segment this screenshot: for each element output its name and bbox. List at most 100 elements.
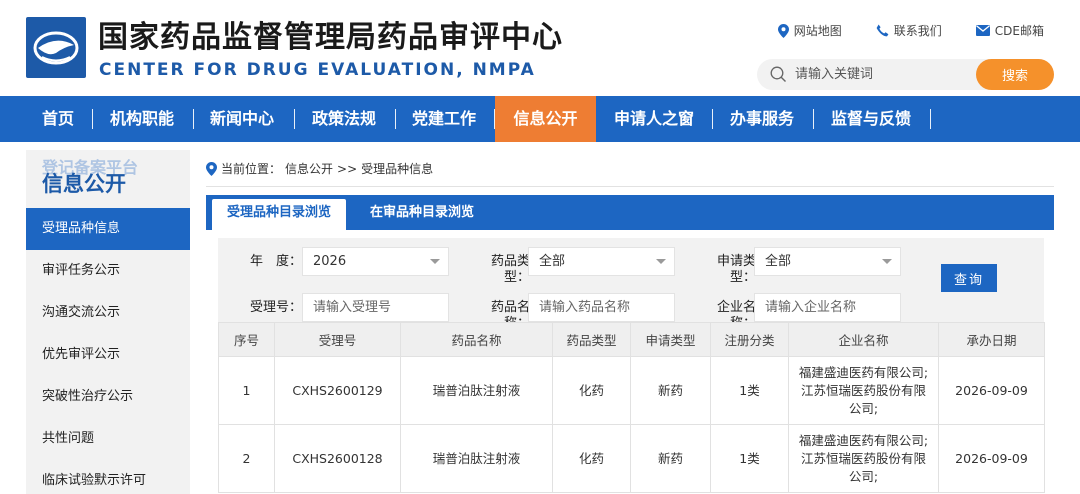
results-table: 序号 受理号 药品名称 药品类型 申请类型 注册分类 企业名称 承办日期 1 C… (218, 322, 1045, 493)
nav-item-info-disclosure[interactable]: 信息公开 (495, 96, 596, 142)
nav-divider (395, 109, 396, 129)
nav-item-policy[interactable]: 政策法规 (302, 96, 386, 142)
apply-type-select[interactable]: 全部 (754, 247, 901, 276)
breadcrumb-separator: >> (337, 161, 358, 176)
nav-item-applicant[interactable]: 申请人之窗 (604, 96, 704, 142)
column-header: 申请类型 (630, 322, 711, 357)
table-cell: 2026-09-09 (938, 424, 1045, 493)
accept-no-input[interactable] (302, 293, 449, 322)
contact-us-label: 联系我们 (893, 24, 942, 38)
year-label: 年 度： (249, 254, 302, 269)
tab-under-review-catalog[interactable]: 在审品种目录浏览 (356, 195, 488, 230)
table-cell: CXHS2600128 (274, 424, 401, 493)
accept-no-label: 受理号： (249, 300, 302, 315)
breadcrumb-divider (206, 186, 1054, 187)
location-pin-icon (777, 23, 789, 38)
site-search: 搜索 (757, 59, 1054, 90)
chevron-down-icon (882, 259, 892, 264)
nav-item-home[interactable]: 首页 (26, 96, 90, 142)
tab-bar: 受理品种目录浏览 在审品种目录浏览 (206, 195, 1054, 230)
table-cell: 2026-09-09 (938, 356, 1045, 425)
nav-item-services[interactable]: 办事服务 (720, 96, 804, 142)
nav-divider (813, 109, 814, 129)
mail-icon (975, 25, 990, 36)
search-button[interactable]: 搜索 (976, 59, 1054, 90)
column-header: 受理号 (274, 322, 401, 357)
nav-divider (294, 109, 295, 129)
chevron-down-icon (656, 259, 666, 264)
breadcrumb-parent-link[interactable]: 信息公开 (285, 160, 333, 177)
drug-type-select[interactable]: 全部 (528, 247, 675, 276)
column-header: 序号 (218, 322, 275, 357)
top-links: 网站地图 联系我们 CDE邮箱 (777, 22, 1044, 39)
filter-panel: 年 度： 2026 药品类型： 全部 申请类型： 全部 查询 受理号： 药品名称… (218, 238, 1044, 331)
nav-item-news[interactable]: 新闻中心 (200, 96, 284, 142)
apply-type-select-value: 全部 (765, 254, 792, 269)
column-header: 承办日期 (938, 322, 1045, 357)
search-icon (770, 66, 786, 82)
breadcrumb-prefix: 当前位置： (221, 162, 282, 176)
table-cell: 1类 (710, 356, 789, 425)
sidebar: 登记备案平台 信息公开 受理品种信息 审评任务公示 沟通交流公示 优先审评公示 … (26, 150, 190, 494)
table-cell: CXHS2600129 (274, 356, 401, 425)
site-header: 国家药品监督管理局药品审评中心 CENTER FOR DRUG EVALUATI… (0, 0, 1080, 96)
table-cell: 福建盛迪医药有限公司;江苏恒瑞医药股份有限公司; (788, 356, 939, 425)
site-map-link[interactable]: 网站地图 (777, 22, 842, 39)
column-header: 企业名称 (788, 322, 939, 357)
table-cell: 1 (218, 356, 275, 425)
table-cell: 化药 (552, 356, 631, 425)
table-row[interactable]: 2 CXHS2600128 瑞普泊肽注射液 化药 新药 1类 福建盛迪医药有限公… (218, 424, 1045, 493)
sidebar-list: 受理品种信息 审评任务公示 沟通交流公示 优先审评公示 突破性治疗公示 共性问题… (26, 208, 190, 494)
nav-divider (92, 109, 93, 129)
table-cell: 化药 (552, 424, 631, 493)
cde-mail-label: CDE邮箱 (994, 24, 1044, 38)
table-cell: 瑞普泊肽注射液 (400, 424, 553, 493)
search-input[interactable] (795, 63, 965, 86)
table-cell: 福建盛迪医药有限公司;江苏恒瑞医药股份有限公司; (788, 424, 939, 493)
breadcrumb: 当前位置： 信息公开 >> 受理品种信息 (206, 160, 433, 177)
breadcrumb-current: 受理品种信息 (361, 162, 434, 176)
tab-accepted-catalog[interactable]: 受理品种目录浏览 (212, 199, 346, 230)
column-header: 注册分类 (710, 322, 789, 357)
apply-type-label: 申请类型： (716, 254, 756, 285)
drug-type-select-value: 全部 (539, 254, 566, 269)
year-select[interactable]: 2026 (302, 247, 449, 276)
site-map-label: 网站地图 (793, 24, 842, 38)
table-cell: 新药 (630, 356, 711, 425)
cde-mail-link[interactable]: CDE邮箱 (975, 22, 1044, 39)
nav-item-feedback[interactable]: 监督与反馈 (820, 96, 922, 142)
sidebar-heading: 信息公开 (42, 172, 126, 196)
sidebar-item-accepted-varieties[interactable]: 受理品种信息 (26, 208, 190, 250)
sidebar-header: 登记备案平台 信息公开 (26, 150, 190, 208)
sidebar-item-clinical-trial[interactable]: 临床试验默示许可 (26, 460, 190, 494)
contact-us-link[interactable]: 联系我们 (876, 22, 942, 39)
table-cell: 1类 (710, 424, 789, 493)
company-name-input[interactable] (754, 293, 901, 322)
drug-type-label: 药品类型： (490, 254, 530, 285)
sidebar-item-priority-review[interactable]: 优先审评公示 (26, 334, 190, 376)
sidebar-item-common-issues[interactable]: 共性问题 (26, 418, 190, 460)
chevron-down-icon (430, 259, 440, 264)
main-nav: 首页 机构职能 新闻中心 政策法规 党建工作 信息公开 申请人之窗 办事服务 监… (0, 96, 1080, 142)
table-cell: 瑞普泊肽注射液 (400, 356, 553, 425)
sidebar-item-review-tasks[interactable]: 审评任务公示 (26, 250, 190, 292)
column-header: 药品类型 (552, 322, 631, 357)
sidebar-item-communication[interactable]: 沟通交流公示 (26, 292, 190, 334)
table-cell: 新药 (630, 424, 711, 493)
cde-logo[interactable] (26, 17, 86, 78)
table-row[interactable]: 1 CXHS2600129 瑞普泊肽注射液 化药 新药 1类 福建盛迪医药有限公… (218, 356, 1045, 425)
site-title-cn: 国家药品监督管理局药品审评中心 (98, 20, 563, 55)
site-title-en: CENTER FOR DRUG EVALUATION, NMPA (99, 60, 536, 80)
table-cell: 2 (218, 424, 275, 493)
phone-icon (876, 24, 889, 37)
sidebar-item-breakthrough[interactable]: 突破性治疗公示 (26, 376, 190, 418)
location-pin-icon (206, 161, 217, 176)
nav-divider (193, 109, 194, 129)
nav-divider (712, 109, 713, 129)
nav-item-party[interactable]: 党建工作 (402, 96, 486, 142)
query-button[interactable]: 查询 (941, 264, 997, 292)
drug-name-input[interactable] (528, 293, 675, 322)
year-select-value: 2026 (313, 254, 347, 269)
table-header-row: 序号 受理号 药品名称 药品类型 申请类型 注册分类 企业名称 承办日期 (218, 322, 1045, 357)
nav-item-organization[interactable]: 机构职能 (100, 96, 184, 142)
